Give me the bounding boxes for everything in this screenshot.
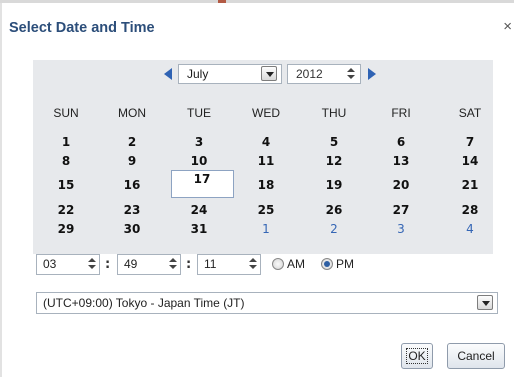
year-input[interactable]: 2012	[287, 64, 361, 84]
pm-radio[interactable]	[321, 258, 333, 270]
day-cell[interactable]: 2	[102, 135, 162, 149]
day-cell[interactable]: 30	[102, 222, 162, 236]
day-cell[interactable]: 23	[102, 203, 162, 217]
day-cell[interactable]: 26	[304, 203, 364, 217]
weekday-header: SUN MON TUE WED THU FRI SAT	[33, 106, 493, 122]
hour-input[interactable]: 03	[36, 254, 100, 275]
day-cell[interactable]: 4	[236, 135, 296, 149]
previous-month-icon[interactable]	[164, 68, 172, 80]
day-cell[interactable]: 20	[371, 178, 431, 192]
day-cell[interactable]: 19	[304, 178, 364, 192]
minute-spinner-icon[interactable]	[168, 256, 178, 272]
day-cell[interactable]: 21	[440, 178, 500, 192]
top-edge-marker	[218, 0, 226, 3]
day-cell[interactable]: 7	[440, 135, 500, 149]
day-cell[interactable]: 1	[36, 135, 96, 149]
month-value: July	[187, 67, 209, 81]
day-cell[interactable]: 11	[236, 154, 296, 168]
day-cell-next-month[interactable]: 1	[236, 222, 296, 236]
cancel-button[interactable]: Cancel	[447, 343, 505, 369]
day-cell-next-month[interactable]: 2	[304, 222, 364, 236]
hour-spinner-icon[interactable]	[87, 256, 97, 272]
am-radio[interactable]	[272, 258, 284, 270]
ok-button[interactable]: OK	[401, 343, 433, 369]
ok-label: OK	[406, 348, 428, 364]
month-select[interactable]: July	[178, 64, 282, 84]
am-label: AM	[287, 257, 305, 271]
day-cell[interactable]: 3	[169, 135, 229, 149]
day-cell-selected[interactable]: 17	[172, 172, 232, 186]
weekday-label: SUN	[53, 106, 79, 120]
day-cell-next-month[interactable]: 3	[371, 222, 431, 236]
second-spinner-icon[interactable]	[248, 256, 258, 272]
time-separator: :	[105, 257, 111, 272]
day-cell[interactable]: 6	[371, 135, 431, 149]
timezone-select[interactable]: (UTC+09:00) Tokyo - Japan Time (JT)	[36, 292, 498, 314]
time-separator: :	[186, 257, 192, 272]
year-value: 2012	[296, 67, 323, 81]
day-cell[interactable]: 15	[36, 178, 96, 192]
hour-value: 03	[43, 257, 57, 271]
weekday-label: MON	[118, 106, 146, 120]
timezone-value: (UTC+09:00) Tokyo - Japan Time (JT)	[43, 296, 245, 310]
day-cell[interactable]: 12	[304, 154, 364, 168]
day-cell[interactable]: 18	[236, 178, 296, 192]
day-cell[interactable]: 5	[304, 135, 364, 149]
day-cell[interactable]: 10	[169, 154, 229, 168]
day-cell[interactable]: 14	[440, 154, 500, 168]
day-cell[interactable]: 24	[169, 203, 229, 217]
dialog-left-border	[0, 3, 2, 377]
month-dropdown-icon[interactable]	[261, 66, 277, 81]
day-cell[interactable]: 28	[440, 203, 500, 217]
close-icon[interactable]: ×	[503, 18, 512, 35]
second-input[interactable]: 11	[197, 254, 261, 275]
weekday-label: TUE	[187, 106, 211, 120]
weekday-label: WED	[252, 106, 280, 120]
year-spinner-icon[interactable]	[346, 66, 356, 82]
next-month-icon[interactable]	[368, 68, 376, 80]
window-top-edge	[0, 0, 514, 3]
day-cell[interactable]: 9	[102, 154, 162, 168]
weekday-label: SAT	[458, 106, 482, 120]
day-cell-next-month[interactable]: 4	[440, 222, 500, 236]
dialog-title: Select Date and Time	[9, 20, 155, 36]
weekday-label: FRI	[391, 106, 411, 120]
minute-value: 49	[124, 257, 138, 271]
minute-input[interactable]: 49	[117, 254, 181, 275]
day-cell[interactable]: 31	[169, 222, 229, 236]
weekday-label: THU	[321, 106, 347, 120]
second-value: 11	[204, 257, 217, 271]
day-cell[interactable]: 16	[102, 178, 162, 192]
timezone-dropdown-icon[interactable]	[477, 295, 493, 310]
day-cell[interactable]: 8	[36, 154, 96, 168]
day-cell[interactable]: 29	[36, 222, 96, 236]
day-cell[interactable]: 22	[36, 203, 96, 217]
day-cell[interactable]: 25	[236, 203, 296, 217]
day-cell[interactable]: 13	[371, 154, 431, 168]
day-cell[interactable]: 27	[371, 203, 431, 217]
pm-label: PM	[336, 257, 354, 271]
